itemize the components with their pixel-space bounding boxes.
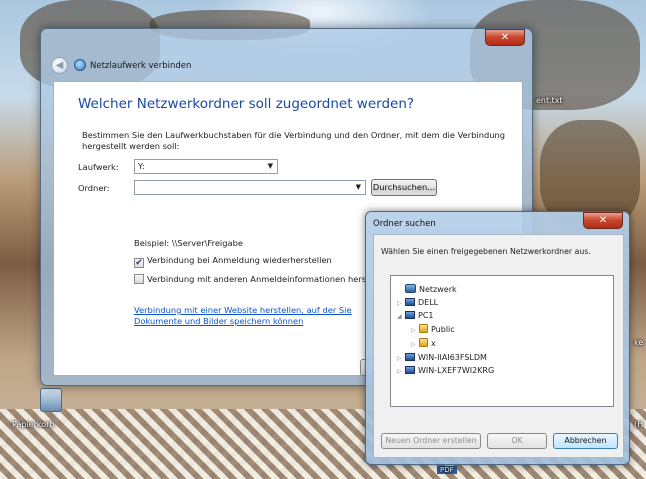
tree-item-win-iiai63fsldm[interactable]: ▷ WIN-IIAI63FSLDM	[397, 352, 487, 364]
recycle-bin-label[interactable]: Papierkorb	[12, 420, 55, 429]
folder-input[interactable]: ▼	[134, 180, 366, 195]
tree-item-x[interactable]: ▷ x	[411, 338, 436, 350]
tree-item-pc1[interactable]: ◢ PC1	[397, 310, 434, 322]
tree-item-label: PC1	[418, 311, 434, 320]
expander-icon[interactable]: ▷	[397, 353, 405, 365]
expander-icon[interactable]: ▷	[411, 325, 419, 337]
website-link[interactable]: Verbindung mit einer Website herstellen,…	[134, 305, 374, 327]
close-icon: ✕	[500, 32, 510, 43]
tree-item-label: DELL	[418, 298, 439, 307]
network-icon	[405, 284, 416, 293]
computer-icon	[405, 353, 415, 361]
folder-label: Ordner:	[78, 183, 110, 193]
expander-icon[interactable]: ▷	[397, 366, 405, 378]
dropdown-arrow-icon: ▼	[267, 162, 273, 170]
expander-icon[interactable]: ◢	[397, 311, 405, 323]
drive-letter-value: Y:	[138, 161, 145, 171]
reconnect-option[interactable]: ✔ Verbindung bei Anmeldung wiederherstell…	[134, 255, 332, 268]
close-icon: ✕	[598, 215, 608, 226]
reconnect-checkbox[interactable]: ✔	[134, 258, 144, 268]
network-drive-icon	[74, 59, 86, 71]
dialog-instruction: Wählen Sie einen freigegebenen Netzwerko…	[381, 247, 591, 256]
new-folder-button[interactable]: Neuen Ordner erstellen	[381, 433, 481, 449]
tree-item-netzwerk[interactable]: Netzwerk	[397, 284, 457, 296]
tree-item-label: Netzwerk	[419, 285, 457, 294]
example-text: Beispiel: \\Server\Freigabe	[134, 238, 243, 248]
tree-item-win-lxef7wi2krg[interactable]: ▷ WIN-LXEF7WI2KRG	[397, 365, 494, 377]
expander-icon[interactable]: ▷	[397, 298, 405, 310]
back-button[interactable]: ◀	[51, 57, 68, 74]
computer-icon	[405, 311, 415, 319]
computer-icon	[405, 366, 415, 374]
close-button[interactable]: ✕	[485, 29, 525, 46]
drive-label: Laufwerk:	[78, 162, 119, 172]
dialog-content: Wählen Sie einen freigegebenen Netzwerko…	[373, 234, 624, 458]
desktop-edge-label: (H	[634, 420, 644, 429]
pdf-taskbar-icon[interactable]: PDF	[437, 466, 457, 474]
tree-item-label: Public	[431, 325, 455, 334]
tree-item-public[interactable]: ▷ Public	[411, 324, 455, 336]
cancel-button[interactable]: Abbrechen	[553, 433, 618, 449]
other-credentials-label: Verbindung mit anderen Anmeldeinformatio…	[147, 274, 366, 284]
desktop-edge-label: ke	[634, 338, 644, 347]
recycle-bin-icon[interactable]	[40, 388, 62, 412]
browse-button[interactable]: Durchsuchen...	[371, 179, 437, 196]
window-title: Netzlaufwerk verbinden	[90, 61, 192, 71]
shared-folder-icon	[419, 338, 428, 347]
tree-item-dell[interactable]: ▷ DELL	[397, 297, 438, 309]
desktop-file-label[interactable]: ent.txt	[536, 96, 563, 105]
drive-letter-select[interactable]: Y: ▼	[134, 159, 278, 174]
tree-item-label: x	[431, 339, 436, 348]
intro-text: Bestimmen Sie den Laufwerkbuchstaben für…	[82, 130, 506, 151]
page-heading: Welcher Netzwerkordner soll zugeordnet w…	[78, 96, 415, 112]
computer-icon	[405, 298, 415, 306]
reconnect-label: Verbindung bei Anmeldung wiederherstelle…	[147, 255, 332, 265]
shared-folder-icon	[419, 324, 428, 333]
tree-item-label: WIN-LXEF7WI2KRG	[418, 366, 495, 375]
back-arrow-icon: ◀	[55, 60, 64, 71]
ok-button[interactable]: OK	[487, 433, 547, 449]
dropdown-arrow-icon: ▼	[355, 183, 361, 191]
expander-icon[interactable]: ▷	[411, 339, 419, 351]
network-folder-tree[interactable]: Netzwerk ▷ DELL ◢ PC1 ▷ Public ▷ x ▷ WIN-IIAI…	[390, 275, 614, 407]
browse-folder-dialog: Ordner suchen ✕ Wählen Sie einen freigeg…	[365, 211, 630, 465]
dialog-title: Ordner suchen	[373, 219, 436, 229]
dialog-close-button[interactable]: ✕	[583, 212, 623, 229]
other-credentials-checkbox[interactable]	[134, 274, 144, 284]
tree-item-label: WIN-IIAI63FSLDM	[418, 353, 487, 362]
other-credentials-option[interactable]: Verbindung mit anderen Anmeldeinformatio…	[134, 274, 366, 284]
